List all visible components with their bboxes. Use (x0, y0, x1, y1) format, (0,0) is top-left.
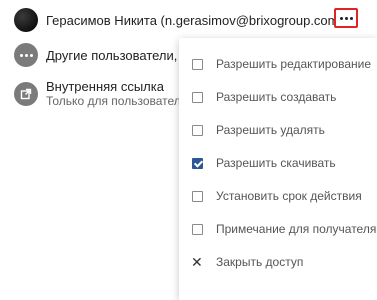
menu-item-note[interactable]: Примечание для получателя (179, 216, 377, 242)
menu-item-allow-delete[interactable]: Разрешить удалять (179, 117, 377, 143)
set-expiry-checkbox[interactable] (192, 190, 203, 202)
allow-delete-checkbox[interactable] (192, 124, 203, 136)
menu-item-label: Разрешить удалять (216, 123, 325, 137)
external-link-icon (14, 82, 38, 106)
more-options-button[interactable] (334, 8, 358, 28)
other-users-row[interactable]: Другие пользователи, име (14, 43, 204, 67)
user-name: Герасимов Никита (n.gerasimov@brixogroup… (46, 12, 343, 28)
user-row: Герасимов Никита (n.gerasimov@brixogroup… (14, 8, 343, 32)
menu-item-allow-download[interactable]: Разрешить скачивать (179, 150, 377, 176)
menu-item-label: Разрешить создавать (216, 90, 337, 104)
more-horizontal-icon (14, 43, 38, 67)
internal-link-row[interactable]: Внутренняя ссылка Только для пользовател… (14, 80, 194, 108)
options-menu: Разрешить редактирование Разрешить созда… (179, 38, 377, 300)
close-icon: ✕ (191, 253, 203, 270)
note-checkbox[interactable] (192, 223, 203, 235)
more-horizontal-icon (339, 16, 353, 20)
allow-create-checkbox[interactable] (192, 91, 203, 103)
internal-link-subtitle: Только для пользователей (46, 94, 195, 108)
menu-item-label: Установить срок действия (216, 189, 362, 203)
allow-edit-checkbox[interactable] (192, 58, 203, 70)
close-access-label: Закрыть доступ (216, 255, 304, 269)
user-avatar (14, 8, 38, 32)
internal-link-title: Внутренняя ссылка (46, 79, 164, 94)
menu-item-label: Разрешить редактирование (216, 57, 372, 71)
menu-item-allow-edit[interactable]: Разрешить редактирование (179, 51, 377, 77)
allow-download-checkbox[interactable] (192, 157, 203, 169)
menu-item-label: Примечание для получателя (216, 222, 377, 236)
menu-item-label: Разрешить скачивать (216, 156, 336, 170)
menu-item-allow-create[interactable]: Разрешить создавать (179, 84, 377, 110)
menu-item-close-access[interactable]: ✕ Закрыть доступ (179, 249, 377, 275)
menu-item-set-expiry[interactable]: Установить срок действия (179, 183, 377, 209)
